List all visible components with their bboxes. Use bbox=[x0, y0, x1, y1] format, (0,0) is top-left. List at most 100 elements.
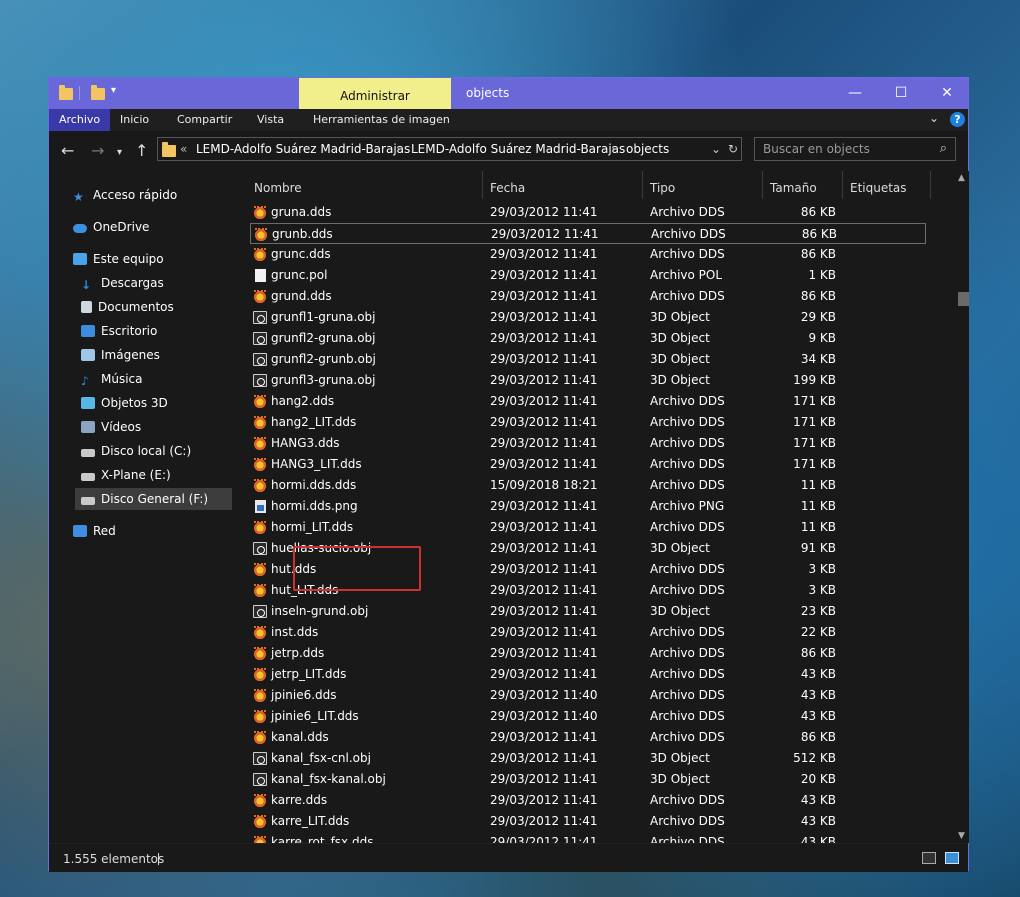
nav-disco-general-f[interactable]: Disco General (F:) bbox=[75, 488, 232, 510]
file-row[interactable]: kanal_fsx-kanal.obj 29/03/2012 11:41 3D Ob… bbox=[250, 769, 926, 790]
close-button[interactable]: ✕ bbox=[924, 78, 970, 109]
maximize-button[interactable]: ☐ bbox=[878, 78, 924, 109]
breadcrumb-separator[interactable]: › bbox=[396, 138, 401, 160]
column-divider[interactable] bbox=[842, 171, 843, 199]
column-divider[interactable] bbox=[930, 171, 931, 199]
file-row[interactable]: jetrp_LIT.dds 29/03/2012 11:41 Archivo DDS… bbox=[250, 664, 926, 685]
column-header-tamano[interactable]: Tamaño bbox=[770, 171, 817, 199]
file-row[interactable]: HANG3_LIT.dds 29/03/2012 11:41 Archivo DDS… bbox=[250, 454, 926, 475]
file-row[interactable]: karre_LIT.dds 29/03/2012 11:41 Archivo DDS… bbox=[250, 811, 926, 832]
file-row[interactable]: grunc.dds 29/03/2012 11:41 Archivo DDS 86 K… bbox=[250, 244, 926, 265]
file-row[interactable]: hormi.dds.dds 15/09/2018 18:21 Archivo DDS… bbox=[250, 475, 926, 496]
file-list: ⌃ Nombre Fecha Tipo Tamaño Etiquetas gru… bbox=[246, 171, 954, 843]
file-row[interactable]: grunfl2-gruna.obj 29/03/2012 11:41 3D Obje… bbox=[250, 328, 926, 349]
nav-descargas[interactable]: ↓ Descargas bbox=[81, 272, 164, 294]
scroll-up-icon[interactable]: ▲ bbox=[958, 173, 965, 183]
nav-documentos[interactable]: Documentos bbox=[81, 296, 174, 318]
tab-vista[interactable]: Vista bbox=[257, 109, 284, 131]
search-box[interactable]: Buscar en objects ⌕ bbox=[754, 137, 956, 161]
file-date: 29/03/2012 11:41 bbox=[490, 793, 598, 807]
file-row[interactable]: inst.dds 29/03/2012 11:41 Archivo DDS 22 KB bbox=[250, 622, 926, 643]
file-row[interactable]: hang2_LIT.dds 29/03/2012 11:41 Archivo DDS… bbox=[250, 412, 926, 433]
expand-ribbon-icon[interactable]: ⌄ bbox=[929, 111, 939, 125]
file-row[interactable]: grunfl1-gruna.obj 29/03/2012 11:41 3D Obje… bbox=[250, 307, 926, 328]
scroll-down-icon[interactable]: ▼ bbox=[958, 831, 965, 841]
file-row[interactable]: jpinie6.dds 29/03/2012 11:40 Archivo DDS 43… bbox=[250, 685, 926, 706]
forward-arrow-icon[interactable]: → bbox=[91, 141, 104, 161]
file-date: 29/03/2012 11:41 bbox=[490, 205, 598, 219]
nav-este-equipo[interactable]: Este equipo bbox=[73, 248, 164, 270]
dds-icon bbox=[253, 290, 267, 303]
file-size: 43 KB bbox=[800, 709, 836, 723]
file-name: hormi_LIT.dds bbox=[271, 520, 354, 534]
file-row[interactable]: grunfl2-grunb.obj 29/03/2012 11:41 3D Obje… bbox=[250, 349, 926, 370]
nav-acceso-rapido[interactable]: ★ Acceso rápido bbox=[73, 184, 177, 206]
refresh-icon[interactable]: ↻ bbox=[728, 138, 738, 160]
file-row[interactable]: hormi.dds.png 29/03/2012 11:41 Archivo PNG… bbox=[250, 496, 926, 517]
file-row[interactable]: karre_rot_fsx.dds 29/03/2012 11:41 Archivo… bbox=[250, 832, 926, 843]
file-row[interactable]: grunc.pol 29/03/2012 11:41 Archivo POL 1 KB bbox=[250, 265, 926, 286]
customize-quick-access-icon[interactable]: ▾ bbox=[111, 85, 116, 103]
back-arrow-icon[interactable]: ← bbox=[61, 141, 74, 161]
up-arrow-icon[interactable]: ↑ bbox=[135, 141, 148, 161]
file-row[interactable]: jetrp.dds 29/03/2012 11:41 Archivo DDS 86 K… bbox=[250, 643, 926, 664]
file-size: 9 KB bbox=[808, 331, 836, 345]
address-bar[interactable]: « LEMD-Adolfo Suárez Madrid-Barajas › LE… bbox=[157, 137, 742, 161]
file-row[interactable]: kanal.dds 29/03/2012 11:41 Archivo DDS 86 K… bbox=[250, 727, 926, 748]
file-row[interactable]: grunb.dds 29/03/2012 11:41 Archivo DDS 86 K… bbox=[250, 223, 926, 244]
file-row[interactable]: hormi_LIT.dds 29/03/2012 11:41 Archivo DDS… bbox=[250, 517, 926, 538]
file-name: grunfl3-gruna.obj bbox=[271, 373, 376, 387]
breadcrumb-separator[interactable]: › bbox=[611, 138, 616, 160]
nav-imagenes[interactable]: Imágenes bbox=[81, 344, 160, 366]
breadcrumb-item[interactable]: LEMD-Adolfo Suárez Madrid-Barajas bbox=[411, 138, 625, 160]
search-input[interactable]: Buscar en objects bbox=[763, 138, 870, 160]
scrollbar-thumb[interactable] bbox=[958, 292, 969, 306]
file-row[interactable]: grunfl3-gruna.obj 29/03/2012 11:41 3D Obje… bbox=[250, 370, 926, 391]
nav-escritorio[interactable]: Escritorio bbox=[81, 320, 157, 342]
computer-icon bbox=[73, 253, 87, 265]
large-icons-view-icon[interactable] bbox=[945, 852, 959, 864]
minimize-button[interactable]: — bbox=[832, 78, 878, 109]
column-divider[interactable] bbox=[482, 171, 483, 199]
file-row[interactable]: karre.dds 29/03/2012 11:41 Archivo DDS 43 K… bbox=[250, 790, 926, 811]
file-date: 29/03/2012 11:41 bbox=[490, 730, 598, 744]
breadcrumb-current[interactable]: objects bbox=[626, 138, 669, 160]
nav-x-plane-e[interactable]: X-Plane (E:) bbox=[81, 464, 171, 486]
file-size: 86 KB bbox=[800, 205, 836, 219]
column-header-tipo[interactable]: Tipo bbox=[650, 171, 675, 199]
column-divider[interactable] bbox=[642, 171, 643, 199]
file-type: 3D Object bbox=[650, 310, 710, 324]
details-view-icon[interactable] bbox=[922, 852, 936, 864]
file-row[interactable]: hang2.dds 29/03/2012 11:41 Archivo DDS 171 … bbox=[250, 391, 926, 412]
nav-musica[interactable]: ♪ Música bbox=[81, 368, 143, 390]
file-row[interactable]: jpinie6_LIT.dds 29/03/2012 11:40 Archivo D… bbox=[250, 706, 926, 727]
nav-disco-local-c[interactable]: Disco local (C:) bbox=[81, 440, 191, 462]
file-row[interactable]: HANG3.dds 29/03/2012 11:41 Archivo DDS 171 … bbox=[250, 433, 926, 454]
folder-icon[interactable] bbox=[59, 84, 73, 102]
column-divider[interactable] bbox=[762, 171, 763, 199]
tab-herramientas-de-imagen[interactable]: Herramientas de imagen bbox=[313, 109, 450, 131]
column-header-fecha[interactable]: Fecha bbox=[490, 171, 525, 199]
breadcrumb-item[interactable]: LEMD-Adolfo Suárez Madrid-Barajas bbox=[196, 138, 410, 160]
tab-archivo[interactable]: Archivo bbox=[49, 109, 111, 131]
breadcrumb-overflow[interactable]: « bbox=[180, 138, 187, 160]
file-row[interactable]: grund.dds 29/03/2012 11:41 Archivo DDS 86 K… bbox=[250, 286, 926, 307]
tab-compartir[interactable]: Compartir bbox=[177, 109, 232, 131]
file-row[interactable]: inseln-grund.obj 29/03/2012 11:41 3D Objec… bbox=[250, 601, 926, 622]
nav-onedrive[interactable]: OneDrive bbox=[73, 216, 149, 238]
help-icon[interactable]: ? bbox=[950, 112, 965, 127]
file-row[interactable]: gruna.dds 29/03/2012 11:41 Archivo DDS 86 K… bbox=[250, 202, 926, 223]
nav-objetos-3d[interactable]: Objetos 3D bbox=[81, 392, 168, 414]
nav-red[interactable]: Red bbox=[73, 520, 116, 542]
new-folder-icon[interactable] bbox=[91, 84, 105, 102]
column-header-nombre[interactable]: Nombre bbox=[254, 171, 302, 199]
tab-administrar[interactable]: Administrar bbox=[299, 78, 451, 109]
address-dropdown-icon[interactable]: ⌄ bbox=[711, 138, 721, 160]
nav-videos[interactable]: Vídeos bbox=[81, 416, 141, 438]
search-icon[interactable]: ⌕ bbox=[940, 141, 947, 156]
file-row[interactable]: kanal_fsx-cnl.obj 29/03/2012 11:41 3D Obje… bbox=[250, 748, 926, 769]
recent-locations-icon[interactable]: ▾ bbox=[117, 143, 122, 163]
column-header-etiquetas[interactable]: Etiquetas bbox=[850, 171, 907, 199]
vertical-scrollbar[interactable]: ▲ ▼ bbox=[954, 171, 969, 843]
tab-inicio[interactable]: Inicio bbox=[120, 109, 149, 131]
